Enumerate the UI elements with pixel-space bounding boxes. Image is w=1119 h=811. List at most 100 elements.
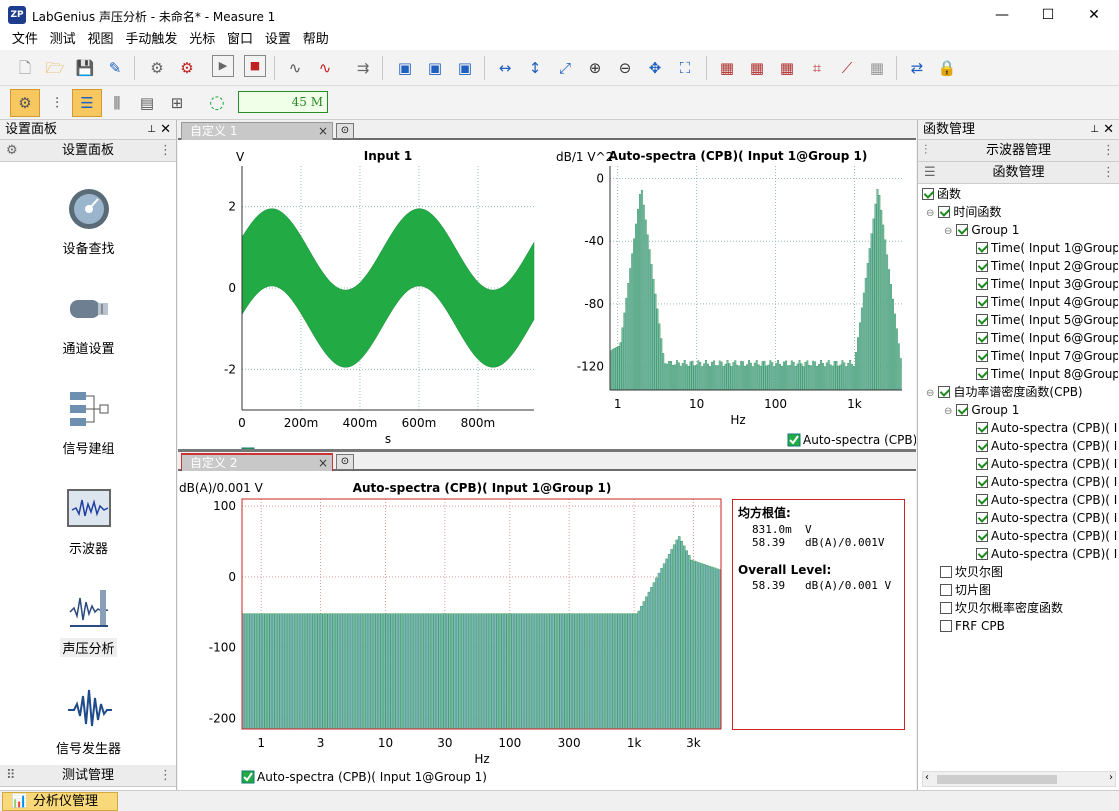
more-icon[interactable]: ⋮ — [1102, 162, 1115, 184]
settings-gear-icon[interactable]: ⚙ — [10, 89, 40, 117]
sound-pressure-button[interactable]: 声压分析 — [0, 586, 177, 657]
function-list-icon[interactable]: ☰ — [72, 89, 102, 117]
scroll-right-icon[interactable]: › — [1109, 772, 1113, 783]
tree-item[interactable]: Auto-spectra (CPB)( In — [918, 509, 1118, 527]
menu-manual-trigger[interactable]: 手动触发 — [121, 30, 181, 50]
spectrum-plot-top[interactable]: Auto-spectra (CPB)( Input 1@Group 1)dB/1… — [548, 144, 916, 454]
tree-item[interactable]: ⊖ 自功率谱密度函数(CPB) — [918, 383, 1083, 401]
oscilloscope-button[interactable]: 示波器 — [0, 486, 177, 557]
film-icon[interactable]: ▤ — [134, 90, 160, 116]
tree-item[interactable]: 坎贝尔图 — [918, 563, 1003, 581]
tree-checkbox[interactable] — [976, 512, 988, 524]
connect-icon[interactable]: ⚙ — [144, 55, 170, 81]
tree-checkbox[interactable] — [976, 278, 988, 290]
cursor-chart-icon[interactable]: ⌗ — [804, 55, 830, 81]
tree-checkbox[interactable] — [976, 314, 988, 326]
tree-item[interactable]: Auto-spectra (CPB)( In — [918, 527, 1118, 545]
tab-custom-1[interactable]: 自定义 1 × — [181, 122, 333, 140]
test-management-header[interactable]: ⠿ 测试管理 ⋮ — [0, 765, 176, 787]
new-file-icon[interactable]: 🗋 — [12, 55, 38, 81]
arrows-right-icon[interactable]: ⇉ — [350, 55, 376, 81]
legend[interactable]: Auto-spectra (CPB)( Input 1@Group 1) — [241, 770, 487, 784]
zoom-out-icon[interactable]: ⊖ — [612, 55, 638, 81]
channel-settings-button[interactable]: 通道设置 — [0, 286, 177, 357]
tree-checkbox[interactable] — [940, 584, 952, 596]
collapse-icon[interactable]: ⊖ — [944, 226, 952, 237]
fullscreen-icon[interactable]: ⛶ — [672, 55, 698, 81]
tree-item[interactable]: ⊖ Group 1 — [918, 401, 1019, 419]
stop-icon[interactable]: ■ — [244, 55, 266, 77]
tree-item[interactable]: 函数 — [918, 185, 961, 203]
close-button[interactable]: ✕ — [1071, 0, 1117, 30]
scroll-left-icon[interactable]: ‹ — [925, 772, 929, 783]
tree-item[interactable]: Time( Input 8@Group 1 — [918, 365, 1118, 383]
maximize-button[interactable]: ☐ — [1025, 0, 1071, 30]
horizontal-scrollbar[interactable]: ‹ › — [922, 771, 1116, 787]
oscilloscope-management-tab[interactable]: ⫶ 示波器管理 ⋮ — [918, 140, 1119, 162]
tab-custom-2[interactable]: 自定义 2 × — [181, 453, 333, 471]
tree-checkbox[interactable] — [976, 440, 988, 452]
tab-close-icon[interactable]: × — [318, 455, 328, 471]
tree-item[interactable]: Auto-spectra (CPB)( In — [918, 545, 1118, 563]
pan-icon[interactable]: ✥ — [642, 55, 668, 81]
new-tab-icon[interactable]: ⊙ — [336, 123, 354, 139]
panel-close-icon[interactable]: ✕ — [160, 120, 171, 140]
menu-file[interactable]: 文件 — [8, 30, 42, 50]
menu-view[interactable]: 视图 — [84, 30, 118, 50]
menu-help[interactable]: 帮助 — [299, 30, 333, 50]
tree-item[interactable]: Auto-spectra (CPB)( In — [918, 419, 1118, 437]
new-tab-icon[interactable]: ⊙ — [336, 454, 354, 470]
menu-window[interactable]: 窗口 — [223, 30, 257, 50]
tree-item[interactable]: Time( Input 2@Group 1 — [918, 257, 1118, 275]
collapse-icon[interactable]: ⊖ — [926, 388, 934, 399]
more-icon[interactable]: ⋮ — [1102, 140, 1115, 162]
tree-item[interactable]: Time( Input 5@Group 1 — [918, 311, 1118, 329]
more-icon[interactable]: ⋮ — [159, 140, 172, 162]
more-icon[interactable]: ⋮ — [159, 765, 172, 787]
legend[interactable]: Auto-spectra (CPB)( Input 1@Group 1) — [787, 433, 916, 447]
tree-checkbox[interactable] — [940, 602, 952, 614]
tree-item[interactable]: Auto-spectra (CPB)( In — [918, 455, 1118, 473]
histogram-icon[interactable]: ▦ — [774, 55, 800, 81]
disabled-chart-icon[interactable]: ▦ — [864, 55, 890, 81]
function-management-tab[interactable]: ☰ 函数管理 ⋮ — [918, 162, 1119, 184]
signal-group-button[interactable]: 信号建组 — [0, 386, 177, 457]
layout-3-icon[interactable]: ▣ — [452, 55, 478, 81]
menu-test[interactable]: 测试 — [46, 30, 80, 50]
analyzer-management-tab[interactable]: 📊 分析仪管理 — [2, 792, 118, 811]
tree-item[interactable]: Auto-spectra (CPB)( In — [918, 491, 1118, 509]
channel-tool-icon[interactable]: ⫶ — [44, 90, 70, 116]
tree-item[interactable]: Time( Input 7@Group 1 — [918, 347, 1118, 365]
tree-checkbox[interactable] — [976, 260, 988, 272]
grid-view-icon[interactable]: ⊞ — [164, 90, 190, 116]
tree-item[interactable]: ⊖ Group 1 — [918, 221, 1019, 239]
zoom-in-icon[interactable]: ⊕ — [582, 55, 608, 81]
swap-icon[interactable]: ⇄ — [904, 55, 930, 81]
menu-cursor[interactable]: 光标 — [185, 30, 219, 50]
tree-checkbox[interactable] — [976, 242, 988, 254]
tree-item[interactable]: Time( Input 1@Group 1 — [918, 239, 1118, 257]
tree-item[interactable]: FRF CPB — [918, 617, 1005, 635]
tree-checkbox[interactable] — [976, 422, 988, 434]
tree-checkbox[interactable] — [976, 458, 988, 470]
tree-item[interactable]: ⊖ 时间函数 — [918, 203, 1001, 221]
curve-chart-icon[interactable]: ⟋ — [834, 55, 860, 81]
tree-item[interactable]: 切片图 — [918, 581, 991, 599]
play-icon[interactable]: ▶ — [212, 55, 234, 77]
pin-icon[interactable]: ⊥ — [1090, 120, 1099, 140]
tree-checkbox[interactable] — [976, 350, 988, 362]
tree-checkbox[interactable] — [938, 386, 951, 398]
tree-checkbox[interactable] — [922, 188, 934, 200]
tree-checkbox[interactable] — [976, 530, 988, 542]
tree-checkbox[interactable] — [940, 566, 952, 578]
device-search-button[interactable]: 设备查找 — [0, 186, 177, 257]
open-folder-icon[interactable]: 🗁 — [42, 55, 68, 81]
tree-checkbox[interactable] — [938, 206, 951, 218]
edit-icon[interactable]: ✎ — [102, 55, 128, 81]
spectrum-plot-bottom[interactable]: Auto-spectra (CPB)( Input 1@Group 1) dB(A… — [178, 475, 730, 790]
trigger-waveform-icon[interactable]: ∿ — [312, 55, 338, 81]
tree-checkbox[interactable] — [976, 476, 988, 488]
tree-checkbox[interactable] — [956, 224, 969, 236]
grid-chart-icon[interactable]: ▦ — [714, 55, 740, 81]
tree-item[interactable]: Auto-spectra (CPB)( In — [918, 473, 1118, 491]
